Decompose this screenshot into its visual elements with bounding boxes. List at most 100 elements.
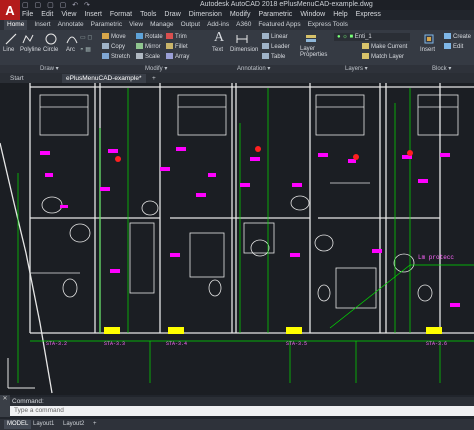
document-tabs: Start ePlusMenuCAD-example* + [0,73,474,83]
status-bar: MODEL Layout1 Layout2 + [0,419,474,430]
close-command-line-icon[interactable]: ✕ [0,395,10,417]
trim-button[interactable]: Trim [166,33,187,41]
menu-dimension[interactable]: Dimension [189,10,222,20]
title-bar: ▢ ▢ ▢ ▢ ↶ ↷ Autodesk AutoCAD 2018 ePlusM… [0,0,474,10]
mirror-button[interactable]: Mirror [136,43,161,51]
draw-panel-title[interactable]: Draw ▾ [40,65,59,73]
doc-tab-start[interactable]: Start [6,74,28,83]
tab-layout2[interactable]: Layout2 [60,420,87,429]
room-tag: STA-3.3 [104,341,125,347]
app-logo[interactable]: A [0,0,20,22]
tab-insert[interactable]: Insert [34,20,50,30]
make-current-button[interactable]: Make Current [362,43,407,51]
tab-home[interactable]: Home [4,20,28,30]
table-label: Table [271,54,286,60]
leader-icon [262,43,269,50]
window-title: Autodesk AutoCAD 2018 ePlusMenuCAD-examp… [200,1,373,8]
layer-properties-icon [306,35,316,42]
dimension-button[interactable]: Dimension [230,46,258,54]
mirror-icon [136,43,143,50]
add-layout-button[interactable]: + [90,420,100,429]
stretch-button[interactable]: Stretch [102,53,130,61]
tab-featured-apps[interactable]: Featured Apps [258,20,300,30]
scale-button[interactable]: Scale [136,53,160,61]
menu-window[interactable]: Window [300,10,325,20]
floor-plan-drawing[interactable]: STA-3.3 STA-3.4 STA-3.5 STA-3.6 STA-3.2 … [0,83,474,395]
copy-button[interactable]: Copy [102,43,125,51]
menu-format[interactable]: Format [110,10,132,20]
tab-addins[interactable]: Add-ins [207,20,229,30]
ribbon-panel-titles: Draw ▾ Modify ▾ Annotation ▾ Layers ▾ Bl… [0,65,474,73]
line-button[interactable]: Line [3,46,14,54]
move-icon [102,33,109,40]
autocad-window: ▢ ▢ ▢ ▢ ↶ ↷ Autodesk AutoCAD 2018 ePlusM… [0,0,474,430]
arc-button[interactable]: Arc [66,46,75,54]
room-tag: STA-3.4 [166,341,187,347]
insert-block-icon [424,34,434,44]
linear-icon [262,33,269,40]
draw-tools-icon[interactable]: ▭ ◻ [80,34,92,42]
menu-parametric[interactable]: Parametric [258,10,292,20]
match-layer-icon [362,53,369,60]
menu-file[interactable]: File [22,10,33,20]
menu-modify[interactable]: Modify [230,10,251,20]
menu-draw[interactable]: Draw [164,10,180,20]
menu-help[interactable]: Help [333,10,347,20]
tab-manage[interactable]: Manage [150,20,174,30]
menu-tools[interactable]: Tools [140,10,156,20]
stretch-icon [102,53,109,60]
room-tag: STA-3.6 [426,341,447,347]
menu-insert[interactable]: Insert [84,10,102,20]
annotation-panel-title[interactable]: Annotation ▾ [237,65,270,73]
layers-panel-title[interactable]: Layers ▾ [345,65,368,73]
polyline-icon [22,34,34,44]
leader-label: Leader [271,44,290,50]
layer-properties-button[interactable]: Layer Properties [300,46,327,58]
edit-button[interactable]: Edit [444,43,463,51]
walls [0,83,474,394]
command-input[interactable]: Type a command [10,406,474,416]
tab-parametric[interactable]: Parametric [91,20,122,30]
ribbon-tabs: Home Insert Annotate Parametric View Man… [0,20,474,30]
layer-dropdown[interactable]: ● ☼ ■ Enti_1 [334,33,410,41]
copy-label: Copy [111,44,126,50]
lightbulb-icon: ● ☼ ■ [337,34,355,40]
block-panel-title[interactable]: Block ▾ [432,65,451,73]
linear-button[interactable]: Linear [262,33,288,41]
bathroom-fixtures [30,182,433,309]
polyline-button[interactable]: Polyline [20,46,41,54]
draw-more-icon[interactable]: ◓ ▦ [80,46,91,54]
tab-a360[interactable]: A360 [236,20,251,30]
layer-name: Enti_1 [354,34,372,40]
drawing-canvas[interactable]: STA-3.3 STA-3.4 STA-3.5 STA-3.6 STA-3.2 … [0,83,474,395]
fillet-button[interactable]: Fillet [166,43,188,51]
tab-view[interactable]: View [129,20,143,30]
table-button[interactable]: Table [262,53,285,61]
match-layer-button[interactable]: Match Layer [362,53,404,61]
tab-annotate[interactable]: Annotate [58,20,84,30]
new-tab-button[interactable]: + [148,74,160,83]
tab-model[interactable]: MODEL [4,420,32,429]
tab-output[interactable]: Output [181,20,201,30]
text-button[interactable]: Text [212,46,223,54]
move-button[interactable]: Move [102,33,126,41]
create-button[interactable]: Create [444,33,471,41]
tab-express-tools[interactable]: Express Tools [308,20,348,30]
menu-express[interactable]: Express [356,10,381,20]
edit-label: Edit [453,44,464,50]
array-button[interactable]: Array [166,53,189,61]
trim-label: Trim [175,34,187,40]
tab-layout1[interactable]: Layout1 [30,420,57,429]
annotation-note: Lm protecc [418,254,454,261]
doc-tab-drawing[interactable]: ePlusMenuCAD-example* [62,74,146,83]
ucs-icon [7,358,35,389]
make-current-icon [362,43,369,50]
leader-button[interactable]: Leader [262,43,290,51]
circle-button[interactable]: Circle [43,46,58,54]
menu-view[interactable]: View [61,10,76,20]
modify-panel-title[interactable]: Modify ▾ [145,65,167,73]
insert-button[interactable]: Insert [420,46,435,54]
menu-edit[interactable]: Edit [41,10,53,20]
electrical-symbols [40,147,460,307]
rotate-button[interactable]: Rotate [136,33,163,41]
